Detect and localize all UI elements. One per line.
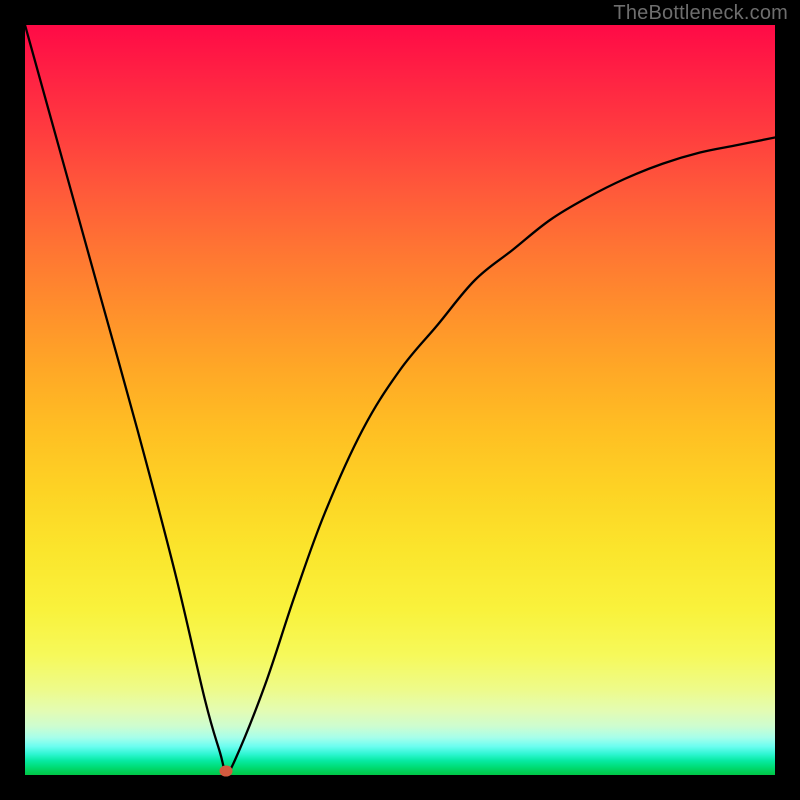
optimal-point-marker bbox=[220, 766, 233, 777]
bottleneck-curve bbox=[25, 25, 775, 772]
curve-layer bbox=[25, 25, 775, 775]
plot-area bbox=[25, 25, 775, 775]
chart-frame: TheBottleneck.com bbox=[0, 0, 800, 800]
watermark-text: TheBottleneck.com bbox=[613, 2, 788, 25]
